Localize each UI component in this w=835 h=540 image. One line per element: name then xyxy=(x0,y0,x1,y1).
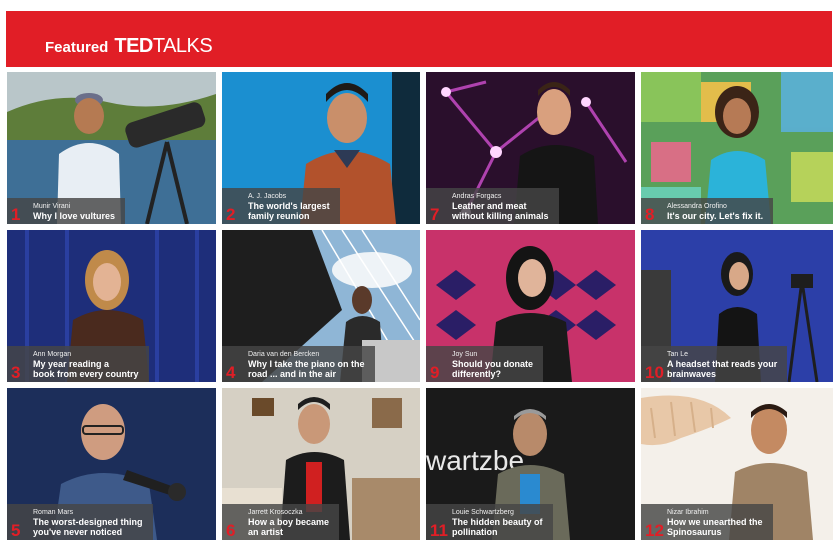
speaker-name: Nizar Ibrahim xyxy=(667,509,709,516)
talk-number: 1 xyxy=(11,205,21,224)
speaker-name: Ann Morgan xyxy=(33,351,72,358)
talk-caption: 5 Roman Mars The worst-designed thing yo… xyxy=(7,504,153,540)
talk-title: It's our city. Let's fix it. xyxy=(667,211,764,221)
speaker-name: Andras Forgacs xyxy=(452,193,502,200)
talk-tile-12[interactable]: 12 Nizar Ibrahim How we unearthed the Sp… xyxy=(641,388,833,540)
talk-caption: 6 Jarrett Krosoczka How a boy became an … xyxy=(222,504,340,540)
banner-title: Featured TED TALKS xyxy=(45,35,213,57)
talk-number: 2 xyxy=(226,205,236,224)
talk-tile-3[interactable]: 3 Ann Morgan My year reading a book from… xyxy=(7,230,216,382)
talk-number: 7 xyxy=(430,205,440,224)
speaker-name: A. J. Jacobs xyxy=(248,193,287,200)
talk-caption: 10 Tan Le A headset that reads your brai… xyxy=(641,346,788,382)
talk-title: The hidden beauty of pollination xyxy=(452,517,543,537)
talks-grid: 1 Munir Virani Why I love vultures 2 A. … xyxy=(7,72,833,540)
talk-caption: 7 Andras Forgacs Leather and meat withou… xyxy=(426,188,559,224)
talk-title: The world's largest family reunion xyxy=(248,201,330,221)
talk-title: A headset that reads your brainwaves xyxy=(667,359,778,379)
talk-tile-10[interactable]: 10 Tan Le A headset that reads your brai… xyxy=(641,230,833,382)
talk-number: 4 xyxy=(226,363,236,382)
talk-title: How we unearthed the Spinosaurus xyxy=(667,517,763,537)
talk-number: 6 xyxy=(226,521,236,540)
speaker-name: Tan Le xyxy=(667,351,689,358)
talk-caption: 9 Joy Sun Should you donate differently? xyxy=(426,346,543,382)
speaker-name: Roman Mars xyxy=(33,509,74,516)
talk-caption: 11 Louie Schwartzberg The hidden beauty … xyxy=(426,504,553,540)
talk-title: The worst-designed thing you've never no… xyxy=(33,517,143,537)
talk-number: 5 xyxy=(11,521,21,540)
talk-tile-9[interactable]: 9 Joy Sun Should you donate differently? xyxy=(426,230,635,382)
talk-tile-7[interactable]: 7 Andras Forgacs Leather and meat withou… xyxy=(426,72,635,224)
talk-caption: 8 Alessandra Orofino It's our city. Let'… xyxy=(641,198,774,224)
talk-title: Why I take the piano on the road ... and… xyxy=(248,359,365,379)
talk-number: 9 xyxy=(430,363,440,382)
speaker-name: Munir Virani xyxy=(33,203,71,210)
talk-tile-8[interactable]: 8 Alessandra Orofino It's our city. Let'… xyxy=(641,72,833,224)
talk-caption: 1 Munir Virani Why I love vultures xyxy=(7,198,126,224)
talk-number: 12 xyxy=(645,521,664,540)
talk-title: Why I love vultures xyxy=(33,211,116,221)
talk-tile-5[interactable]: 5 Roman Mars The worst-designed thing yo… xyxy=(7,388,216,540)
talk-number: 11 xyxy=(430,521,448,540)
speaker-name: Jarrett Krosoczka xyxy=(248,509,303,516)
banner-featured-label: Featured xyxy=(45,39,109,56)
talk-tile-2[interactable]: 2 A. J. Jacobs The world's largest famil… xyxy=(222,72,420,224)
talk-tile-6[interactable]: 6 Jarrett Krosoczka How a boy became an … xyxy=(222,388,420,540)
talk-number: 8 xyxy=(645,205,655,224)
talk-title: Should you donate differently? xyxy=(452,359,533,379)
talk-title: How a boy became an artist xyxy=(248,517,330,537)
speaker-name: Alessandra Orofino xyxy=(667,203,727,210)
talk-caption: 12 Nizar Ibrahim How we unearthed the Sp… xyxy=(641,504,773,540)
talk-caption: 2 A. J. Jacobs The world's largest famil… xyxy=(222,188,340,224)
talk-caption: 4 Daria van den Bercken Why I take the p… xyxy=(222,346,375,382)
talk-tile-11[interactable]: wartzbe 11 Louie Schwartzberg The hidden… xyxy=(426,388,635,540)
talk-caption: 3 Ann Morgan My year reading a book from… xyxy=(7,346,149,382)
talk-title: Leather and meat without killing animals xyxy=(452,201,549,221)
speaker-name: Louie Schwartzberg xyxy=(452,509,514,516)
speaker-name: Joy Sun xyxy=(452,351,478,358)
talk-number: 3 xyxy=(11,363,21,382)
ted-logo-word: TED xyxy=(114,35,153,57)
talks-logo-word: TALKS xyxy=(152,35,213,57)
talk-tile-1[interactable]: 1 Munir Virani Why I love vultures xyxy=(7,72,216,224)
talk-tile-4[interactable]: 4 Daria van den Bercken Why I take the p… xyxy=(222,230,420,382)
talk-title: My year reading a book from every countr… xyxy=(33,359,139,379)
talk-number: 10 xyxy=(645,363,664,382)
speaker-name: Daria van den Bercken xyxy=(248,351,320,358)
